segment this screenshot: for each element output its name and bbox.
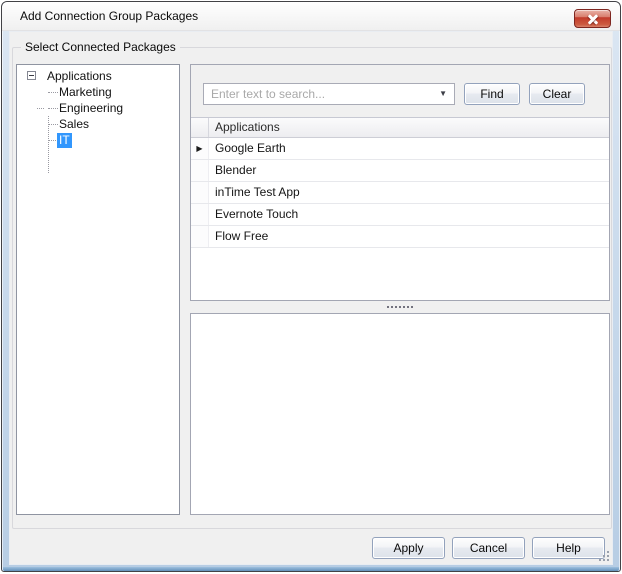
tree-item-it[interactable]: IT xyxy=(17,132,179,148)
search-combo: ▼ xyxy=(203,83,455,105)
tree-item-label: Marketing xyxy=(59,84,112,99)
cancel-button[interactable]: Cancel xyxy=(452,537,525,559)
tree-item-label: Engineering xyxy=(59,100,124,115)
table-row-blender[interactable]: Blender xyxy=(191,160,609,182)
tree-item-sales[interactable]: Sales xyxy=(17,116,179,132)
dialog-add-connection-group-packages: Add Connection Group Packages Select Con… xyxy=(1,1,621,572)
table-row-evernote-touch[interactable]: Evernote Touch xyxy=(191,204,609,226)
tree-item-label-selected: IT xyxy=(57,132,72,148)
window-title: Add Connection Group Packages xyxy=(20,9,199,23)
grid-cell: inTime Test App xyxy=(215,185,300,199)
table-row-intime-test-app[interactable]: inTime Test App xyxy=(191,182,609,204)
row-indicator-cell xyxy=(191,204,209,225)
grid-header[interactable]: Applications xyxy=(191,118,609,138)
clear-button[interactable]: Clear xyxy=(529,83,585,105)
department-tree: Applications Marketing Engineering Sales… xyxy=(16,64,180,515)
grid-cell: Evernote Touch xyxy=(215,207,299,221)
splitter-grip-icon xyxy=(387,306,413,308)
group-box-label: Select Connected Packages xyxy=(21,40,180,54)
grid-column-header[interactable]: Applications xyxy=(209,118,609,137)
grid-cell: Google Earth xyxy=(215,141,286,155)
help-button[interactable]: Help xyxy=(532,537,605,559)
horizontal-splitter[interactable] xyxy=(190,301,610,313)
window-frame-accent xyxy=(3,567,619,571)
row-indicator-cell: ▶ xyxy=(191,138,209,159)
apply-button[interactable]: Apply xyxy=(372,537,445,559)
packages-panel: ▼ Find Clear Applications ▶ Google Earth… xyxy=(190,64,610,301)
title-bar[interactable]: Add Connection Group Packages xyxy=(2,2,620,31)
grid-cell: Flow Free xyxy=(215,229,269,243)
find-button[interactable]: Find xyxy=(464,83,520,105)
grid-cell: Blender xyxy=(215,163,257,177)
grid-indicator-header xyxy=(191,118,209,137)
resize-grip-icon[interactable] xyxy=(599,551,611,563)
tree-item-label: Sales xyxy=(59,116,90,131)
row-indicator-cell xyxy=(191,182,209,203)
tree-item-marketing[interactable]: Marketing xyxy=(17,84,179,100)
close-icon xyxy=(587,13,598,25)
chevron-down-icon[interactable]: ▼ xyxy=(439,90,447,98)
active-row-icon: ▶ xyxy=(196,143,203,153)
tree-item-applications[interactable]: Applications xyxy=(17,68,179,84)
table-row-google-earth[interactable]: ▶ Google Earth xyxy=(191,138,609,160)
selected-packages-panel xyxy=(190,313,610,515)
search-input[interactable] xyxy=(204,84,432,104)
tree-item-label: Applications xyxy=(47,68,112,83)
applications-grid: Applications ▶ Google Earth Blender inTi… xyxy=(191,117,609,300)
tree-item-engineering[interactable]: Engineering xyxy=(17,100,179,116)
table-row-flow-free[interactable]: Flow Free xyxy=(191,226,609,248)
row-indicator-cell xyxy=(191,226,209,247)
tree-collapse-icon[interactable] xyxy=(27,71,36,80)
dialog-content: Select Connected Packages Applications M… xyxy=(9,31,613,565)
close-button[interactable] xyxy=(574,9,611,28)
row-indicator-cell xyxy=(191,160,209,181)
